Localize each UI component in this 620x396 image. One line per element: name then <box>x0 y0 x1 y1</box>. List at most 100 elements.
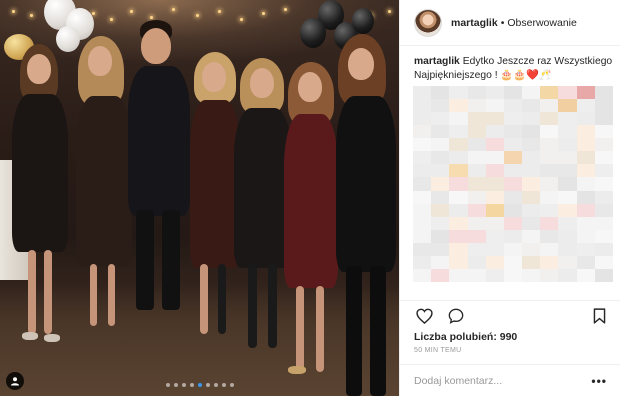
pixelated-cell <box>467 242 486 256</box>
pixelated-cell <box>522 164 541 178</box>
avatar[interactable] <box>414 8 442 37</box>
pixelated-cell <box>522 255 541 269</box>
pixelated-cell <box>594 242 613 256</box>
more-options-button[interactable]: ••• <box>591 374 607 388</box>
light-bulb <box>240 18 243 21</box>
pixelated-cell <box>485 229 504 243</box>
pixelated-cell <box>485 112 504 126</box>
pixelated-cell <box>558 138 577 152</box>
pixelated-cell <box>594 112 613 126</box>
carousel-dot[interactable] <box>173 383 178 387</box>
pixelated-comments-area <box>413 86 613 282</box>
pixelated-cell <box>449 190 468 204</box>
pixelated-cell <box>522 112 541 126</box>
pixelated-cell <box>503 151 523 165</box>
pixelated-cell <box>522 190 541 204</box>
pixelated-cell <box>576 242 595 256</box>
pixelated-cell <box>540 151 559 165</box>
username-link[interactable]: martaglik <box>451 17 498 29</box>
carousel-dot[interactable] <box>189 383 194 387</box>
likes-count[interactable]: Liczba polubień: 990 <box>414 331 517 343</box>
pixelated-cell <box>594 151 613 165</box>
pixelated-cell <box>540 177 559 191</box>
pixelated-cell <box>467 86 486 100</box>
pixelated-cell <box>576 255 595 269</box>
comment-button[interactable] <box>446 306 466 326</box>
carousel-dot[interactable] <box>221 383 226 387</box>
carousel-dot[interactable] <box>213 383 218 387</box>
pixelated-cell <box>431 86 450 100</box>
pixelated-cell <box>431 216 450 230</box>
pixelated-cell <box>594 99 613 113</box>
light-bulb <box>12 10 15 13</box>
pixelated-cell <box>485 255 504 269</box>
pixelated-cell <box>522 177 541 191</box>
pixelated-cell <box>576 164 595 178</box>
carousel-dot[interactable] <box>181 383 186 387</box>
pixelated-cell <box>449 203 468 217</box>
pixelated-cell <box>485 216 504 230</box>
pixelated-cell <box>449 268 468 282</box>
pixelated-cell <box>558 86 577 100</box>
pixelated-cell <box>576 203 595 217</box>
pixelated-cell <box>413 86 432 100</box>
pixelated-cell <box>540 164 559 178</box>
pixelated-cell <box>576 99 595 113</box>
pixelated-cell <box>431 229 450 243</box>
pixelated-cell <box>594 229 613 243</box>
pixelated-cell <box>485 242 504 256</box>
carousel-dot[interactable] <box>205 383 210 387</box>
pixelated-cell <box>431 177 450 191</box>
pixelated-cell <box>413 125 432 139</box>
pixelated-cell <box>485 203 504 217</box>
pixelated-cell <box>485 268 504 282</box>
pixelated-cell <box>558 242 577 256</box>
pixelated-cell <box>576 86 595 100</box>
pixelated-cell <box>431 125 450 139</box>
pixelated-cell <box>467 255 486 269</box>
pixelated-cell <box>485 125 504 139</box>
pixelated-cell <box>594 255 613 269</box>
pixelated-cell <box>522 125 541 139</box>
pixelated-cell <box>522 99 541 113</box>
carousel-dot[interactable] <box>229 383 234 387</box>
following-button[interactable]: Obserwowanie <box>507 17 576 29</box>
pixelated-cell <box>576 268 595 282</box>
like-button[interactable] <box>414 306 434 326</box>
pixelated-cell <box>522 268 541 282</box>
pixelated-cell <box>594 216 613 230</box>
pixelated-cell <box>413 229 432 243</box>
pixelated-cell <box>413 203 432 217</box>
pixelated-cell <box>558 164 577 178</box>
black-balloon <box>300 18 326 48</box>
light-bulb <box>388 10 391 13</box>
pixelated-cell <box>503 242 523 256</box>
carousel-dot[interactable] <box>197 383 202 387</box>
pixelated-cell <box>503 203 523 217</box>
carousel-dot[interactable] <box>165 383 170 387</box>
pixelated-cell <box>467 151 486 165</box>
caption: martaglik Edytko Jeszcze raz Wszystkiego … <box>414 55 614 83</box>
post-photo[interactable] <box>0 0 399 396</box>
pixelated-cell <box>594 190 613 204</box>
pixelated-cell <box>540 112 559 126</box>
pixelated-cell <box>540 242 559 256</box>
pixelated-cell <box>467 229 486 243</box>
pixelated-cell <box>467 268 486 282</box>
user-tag-button[interactable] <box>6 372 24 390</box>
light-bulb <box>284 8 287 11</box>
pixelated-cell <box>558 151 577 165</box>
post-header: martaglik • Obserwowanie <box>400 0 620 46</box>
light-bulb <box>196 14 199 17</box>
caption-username[interactable]: martaglik <box>414 56 460 67</box>
pixelated-cell <box>467 164 486 178</box>
pixelated-cell <box>467 177 486 191</box>
pixelated-cell <box>413 99 432 113</box>
pixelated-cell <box>449 177 468 191</box>
pixelated-cell <box>540 138 559 152</box>
carousel-dots <box>0 383 399 387</box>
pixelated-cell <box>522 229 541 243</box>
pixelated-cell <box>594 125 613 139</box>
comment-input[interactable] <box>414 374 584 387</box>
save-button[interactable] <box>589 306 609 326</box>
